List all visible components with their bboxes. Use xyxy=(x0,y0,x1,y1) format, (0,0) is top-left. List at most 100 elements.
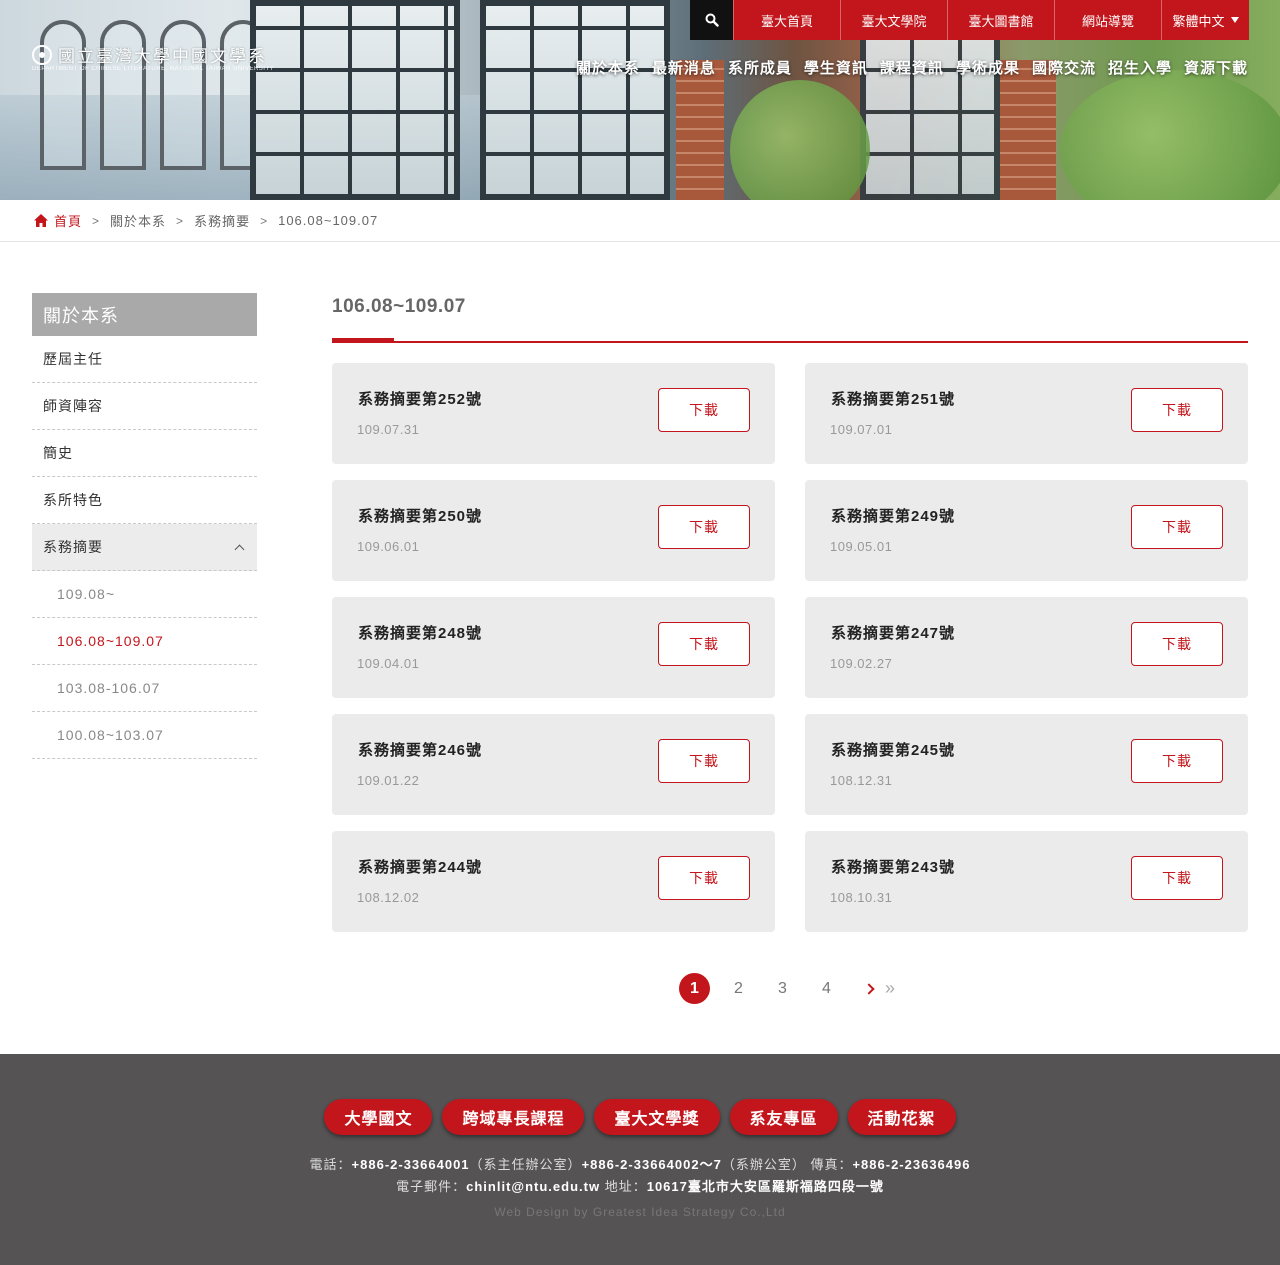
title-divider xyxy=(332,338,1248,343)
sidebar-item-label: 系務摘要 xyxy=(43,539,103,555)
breadcrumb-item[interactable]: 系務摘要 xyxy=(194,211,250,230)
breadcrumb-item[interactable]: 關於本系 xyxy=(110,211,166,230)
nav-members[interactable]: 系所成員 xyxy=(728,57,792,78)
footer-link-alumni[interactable]: 系友專區 xyxy=(729,1099,838,1135)
top-link-sitemap[interactable]: 網站導覽 xyxy=(1054,0,1161,40)
chevron-right-icon: > xyxy=(176,213,185,228)
document-card: 系務摘要第250號 109.06.01 下載 xyxy=(332,480,775,581)
document-title: 系務摘要第244號 xyxy=(358,859,483,876)
top-link-ntu-library[interactable]: 臺大圖書館 xyxy=(947,0,1054,40)
nav-downloads[interactable]: 資源下載 xyxy=(1184,57,1248,78)
footer-link-interdisciplinary-courses[interactable]: 跨域專長課程 xyxy=(442,1099,585,1135)
sidebar-item-label: 歷屆主任 xyxy=(43,351,103,367)
download-button[interactable]: 下載 xyxy=(1131,505,1223,549)
next-page-button[interactable] xyxy=(859,973,879,1004)
sidebar-item-faculty[interactable]: 師資陣容 xyxy=(32,383,257,430)
document-date: 109.01.22 xyxy=(357,773,420,788)
document-title: 系務摘要第250號 xyxy=(358,508,483,525)
sidebar-subitem-103-106[interactable]: 103.08-106.07 xyxy=(32,665,257,712)
sidebar-title: 關於本系 xyxy=(32,293,257,336)
last-page-button[interactable]: » xyxy=(885,978,895,999)
download-button[interactable]: 下載 xyxy=(1131,856,1223,900)
logo-subtitle: DEPARTMENT OF CHINESE LITERATURE, NATION… xyxy=(32,66,275,72)
sidebar-item-affairs-summary[interactable]: 系務摘要 xyxy=(32,524,257,571)
sidebar-subitem-106-109[interactable]: 106.08~109.07 xyxy=(32,618,257,665)
phone-label: 電話： xyxy=(309,1157,352,1172)
search-button[interactable] xyxy=(690,0,733,40)
download-button[interactable]: 下載 xyxy=(658,505,750,549)
chevron-right-icon xyxy=(863,982,875,995)
document-date: 108.12.02 xyxy=(357,890,420,905)
banner-tree xyxy=(1060,70,1280,200)
nav-international[interactable]: 國際交流 xyxy=(1032,57,1096,78)
chevron-right-icon: > xyxy=(260,213,269,228)
download-button[interactable]: 下載 xyxy=(658,739,750,783)
download-button[interactable]: 下載 xyxy=(1131,622,1223,666)
footer-link-activities[interactable]: 活動花絮 xyxy=(847,1099,956,1135)
footer-link-literary-award[interactable]: 臺大文學獎 xyxy=(594,1099,720,1135)
footer-credit[interactable]: Web Design by Greatest Idea Strategy Co.… xyxy=(0,1205,1280,1219)
document-date: 109.06.01 xyxy=(357,539,420,554)
site-logo[interactable]: 國立臺灣大學中國文學系 DEPARTMENT OF CHINESE LITERA… xyxy=(32,42,274,72)
sidebar-item-past-chairs[interactable]: 歷屆主任 xyxy=(32,336,257,383)
document-title: 系務摘要第248號 xyxy=(358,625,483,642)
document-date: 108.12.31 xyxy=(830,773,893,788)
sidebar-item-label: 系所特色 xyxy=(43,492,103,508)
title-divider-accent xyxy=(332,338,394,343)
document-title: 系務摘要第252號 xyxy=(358,391,483,408)
footer-links: 大學國文 跨域專長課程 臺大文學獎 系友專區 活動花絮 xyxy=(0,1099,1280,1135)
document-date: 109.07.01 xyxy=(830,422,893,437)
page-1-button[interactable]: 1 xyxy=(679,973,710,1004)
caret-down-icon xyxy=(1230,17,1239,23)
ntu-seal-icon xyxy=(32,44,52,65)
download-button[interactable]: 下載 xyxy=(658,622,750,666)
page-title: 106.08~109.07 xyxy=(332,296,466,317)
document-title: 系務摘要第246號 xyxy=(358,742,483,759)
pagination: 1 2 3 4 » xyxy=(679,973,895,1004)
header-banner: 國立臺灣大學中國文學系 DEPARTMENT OF CHINESE LITERA… xyxy=(0,0,1280,200)
banner-brick-pillar xyxy=(676,60,724,200)
breadcrumb-home[interactable]: 首頁 xyxy=(34,211,82,230)
banner-tree xyxy=(730,80,870,200)
nav-courses[interactable]: 課程資訊 xyxy=(880,57,944,78)
top-link-ntu-home[interactable]: 臺大首頁 xyxy=(733,0,840,40)
document-card: 系務摘要第247號 109.02.27 下載 xyxy=(805,597,1248,698)
download-button[interactable]: 下載 xyxy=(658,856,750,900)
document-card: 系務摘要第243號 108.10.31 下載 xyxy=(805,831,1248,932)
main-nav: 關於本系 最新消息 系所成員 學生資訊 課程資訊 學術成果 國際交流 招生入學 … xyxy=(576,57,1248,78)
nav-about[interactable]: 關於本系 xyxy=(576,57,640,78)
nav-news[interactable]: 最新消息 xyxy=(652,57,716,78)
document-title: 系務摘要第251號 xyxy=(831,391,956,408)
sidebar-item-features[interactable]: 系所特色 xyxy=(32,477,257,524)
document-title: 系務摘要第247號 xyxy=(831,625,956,642)
document-card: 系務摘要第249號 109.05.01 下載 xyxy=(805,480,1248,581)
banner-window-frame xyxy=(480,0,670,200)
document-date: 109.05.01 xyxy=(830,539,893,554)
fax-label: 傳真： xyxy=(810,1157,853,1172)
sidebar-subitem-109[interactable]: 109.08~ xyxy=(32,571,257,618)
banner-window-frame xyxy=(250,0,460,200)
footer-contact-line-2: 電子郵件：chinlit@ntu.edu.tw 地址：10617臺北市大安區羅斯… xyxy=(0,1176,1280,1198)
page-2-button[interactable]: 2 xyxy=(723,973,754,1004)
document-title: 系務摘要第243號 xyxy=(831,859,956,876)
document-card: 系務摘要第252號 109.07.31 下載 xyxy=(332,363,775,464)
download-button[interactable]: 下載 xyxy=(1131,739,1223,783)
download-button[interactable]: 下載 xyxy=(658,388,750,432)
download-button[interactable]: 下載 xyxy=(1131,388,1223,432)
language-selector[interactable]: 繁體中文 xyxy=(1161,0,1249,40)
nav-research[interactable]: 學術成果 xyxy=(956,57,1020,78)
sidebar-item-label: 簡史 xyxy=(43,445,73,461)
footer-link-college-chinese[interactable]: 大學國文 xyxy=(324,1099,433,1135)
nav-student-info[interactable]: 學生資訊 xyxy=(804,57,868,78)
sidebar-item-history[interactable]: 簡史 xyxy=(32,430,257,477)
logo-text: 國立臺灣大學中國文學系 xyxy=(58,47,267,67)
phone-2-note: （系辦公室） xyxy=(721,1157,806,1172)
breadcrumb-home-label: 首頁 xyxy=(54,214,83,229)
nav-admissions[interactable]: 招生入學 xyxy=(1108,57,1172,78)
top-link-college-of-liberal-arts[interactable]: 臺大文學院 xyxy=(840,0,947,40)
sidebar-subitem-100-103[interactable]: 100.08~103.07 xyxy=(32,712,257,759)
page-3-button[interactable]: 3 xyxy=(767,973,798,1004)
email-link[interactable]: chinlit@ntu.edu.tw xyxy=(466,1179,600,1194)
document-date: 108.10.31 xyxy=(830,890,893,905)
page-4-button[interactable]: 4 xyxy=(811,973,842,1004)
